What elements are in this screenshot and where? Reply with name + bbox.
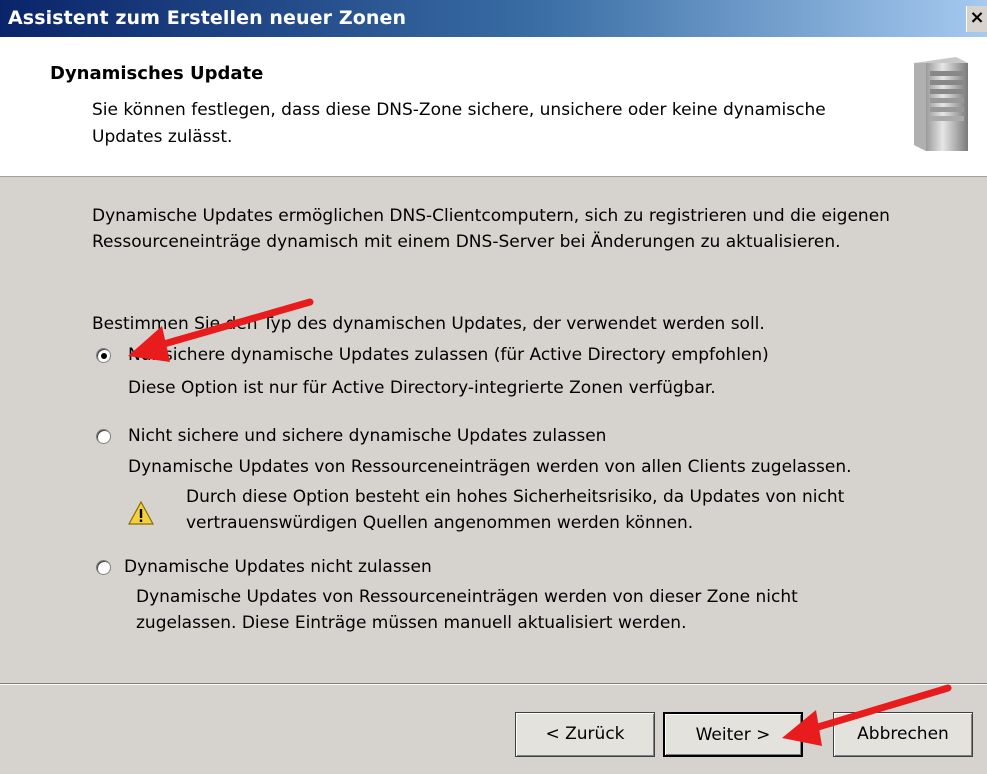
warning-text: Durch diese Option besteht ein hohes Sic… <box>186 487 845 533</box>
window-title: Assistent zum Erstellen neuer Zonen <box>8 7 407 29</box>
radio-no-updates[interactable] <box>96 560 111 575</box>
option-label-nonsecure-and-secure[interactable]: Nicht sichere und sichere dynamische Upd… <box>128 423 928 449</box>
wizard-content: Dynamische Updates ermöglichen DNS-Clien… <box>0 177 987 683</box>
annotation-arrow-next-icon <box>782 684 952 746</box>
option-label-no-updates[interactable]: Dynamische Updates nicht zulassen <box>124 554 924 580</box>
title-bar: Assistent zum Erstellen neuer Zonen × <box>0 0 987 37</box>
warning-icon <box>128 501 154 525</box>
intro-text: Dynamische Updates ermöglichen DNS-Clien… <box>92 206 890 252</box>
page-description: Sie können festlegen, dass diese DNS-Zon… <box>92 100 826 147</box>
close-icon: × <box>969 7 985 28</box>
back-button[interactable]: < Zurück <box>515 712 655 757</box>
radio-nonsecure-and-secure[interactable] <box>96 429 111 444</box>
server-icon <box>914 57 968 151</box>
close-button[interactable]: × <box>966 6 987 32</box>
page-title: Dynamisches Update <box>50 63 264 84</box>
wizard-header: Dynamisches Update Sie können festlegen,… <box>0 37 987 177</box>
option-description-secure-only: Diese Option ist nur für Active Director… <box>128 378 716 398</box>
radio-secure-only[interactable] <box>96 348 111 363</box>
annotation-arrow-option-icon <box>128 298 314 362</box>
option-description-nonsecure-and-secure: Dynamische Updates von Ressourceneinträg… <box>128 457 852 477</box>
option-description-no-updates: Dynamische Updates von Ressourceneinträg… <box>136 587 798 633</box>
